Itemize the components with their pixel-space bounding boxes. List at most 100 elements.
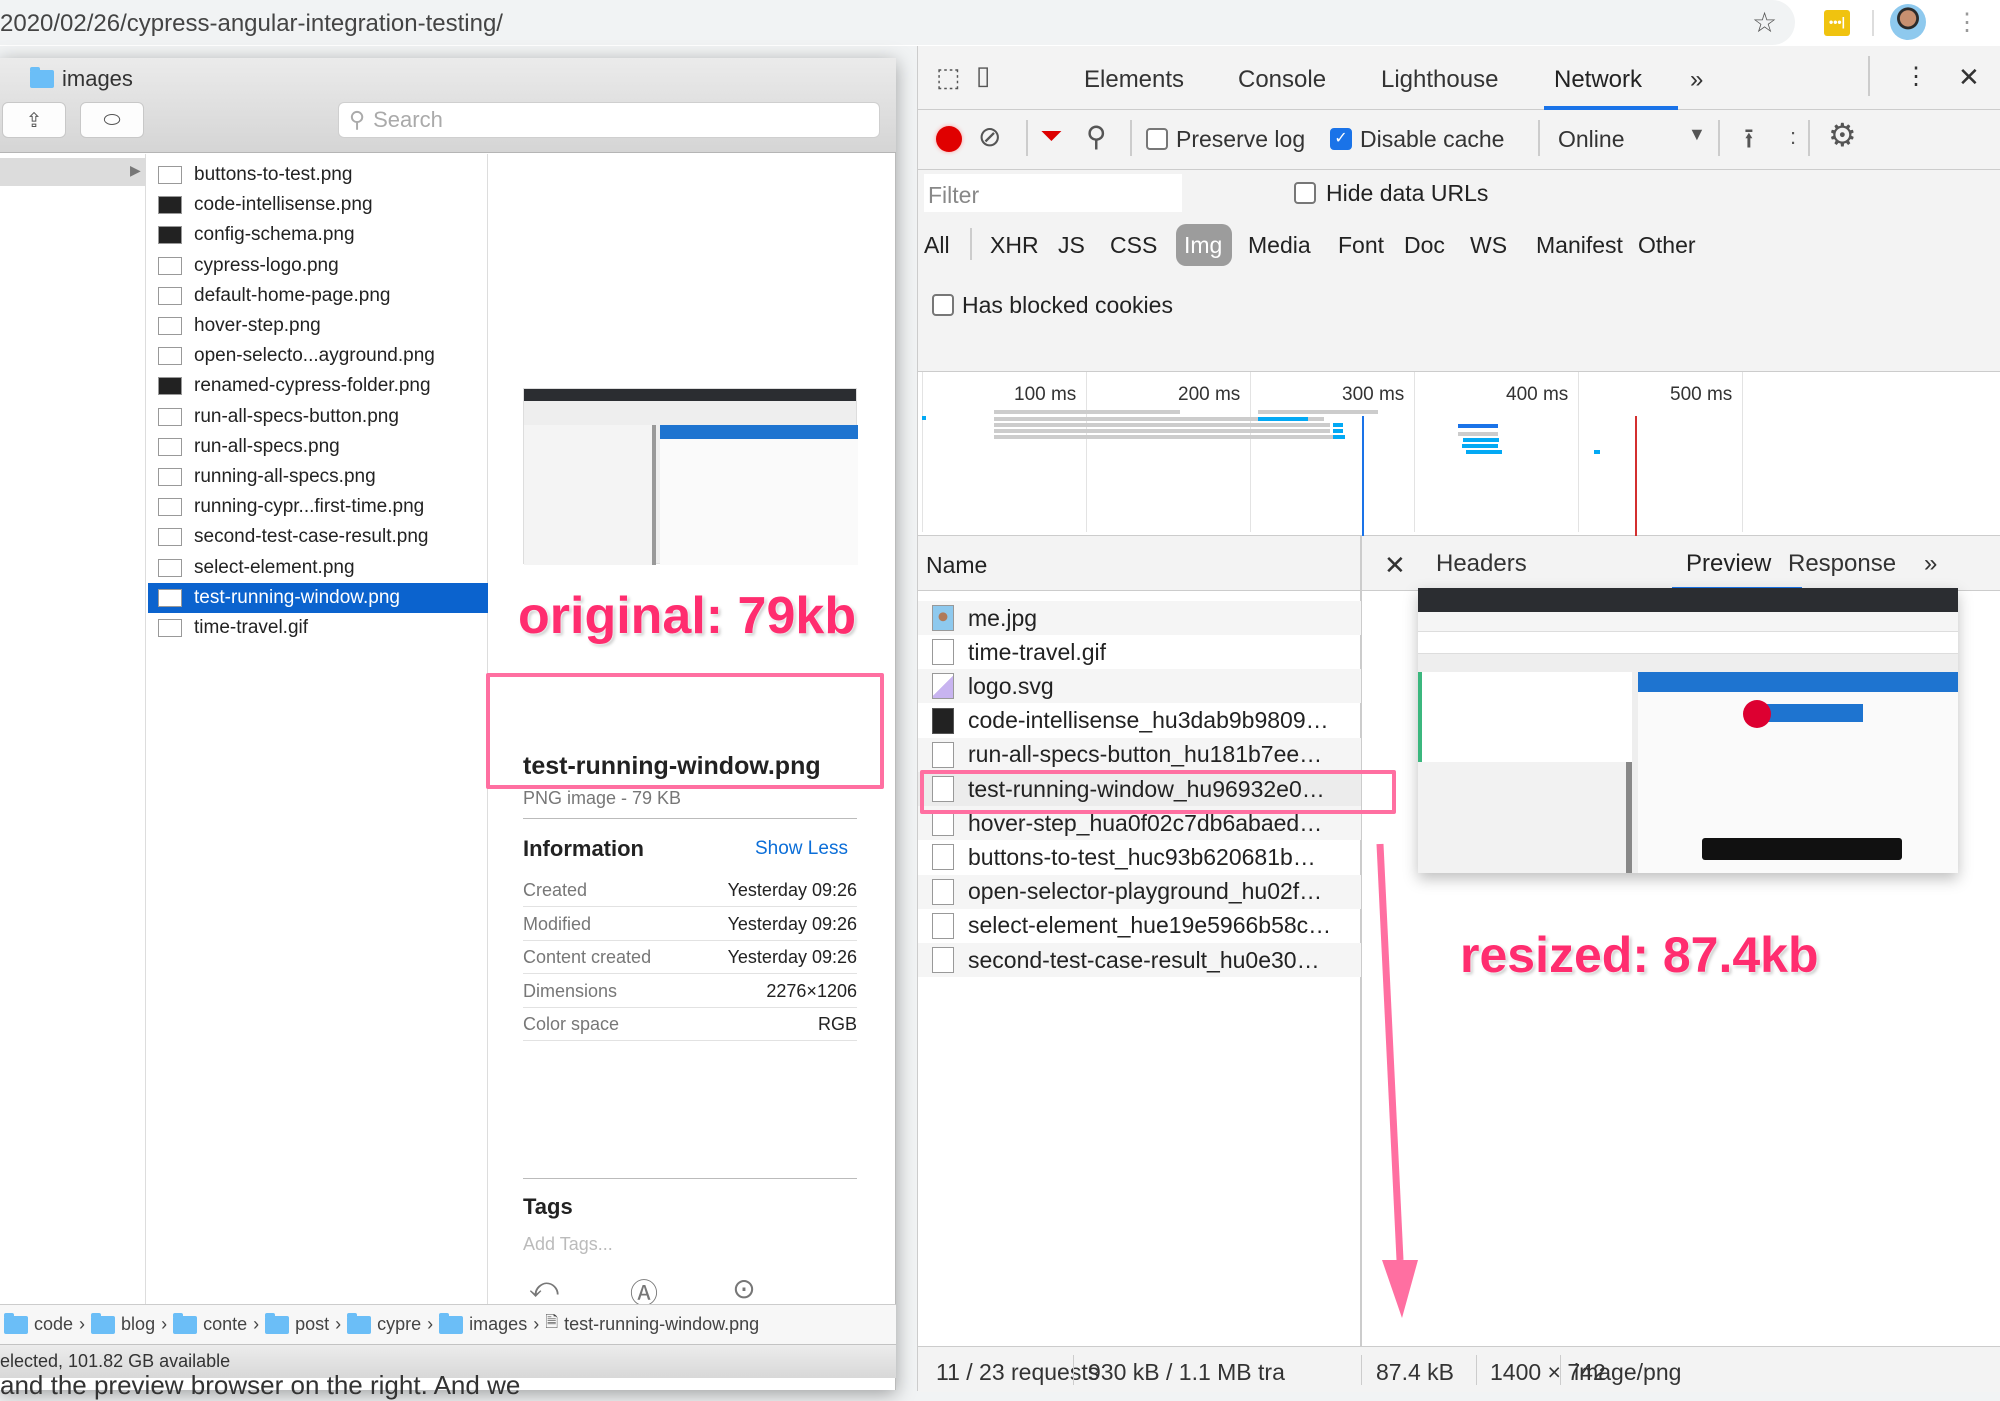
request-row[interactable]: select-element_hue19e5966b58c… bbox=[918, 909, 1361, 943]
request-thumbnail-icon bbox=[932, 810, 954, 837]
has-blocked-cookies-label: Has blocked cookies bbox=[962, 292, 1173, 318]
file-list-item[interactable]: buttons-to-test.png bbox=[148, 160, 488, 190]
request-thumbnail-icon bbox=[932, 878, 954, 905]
pane-divider[interactable] bbox=[1361, 536, 1362, 1392]
type-filter-font[interactable]: Font bbox=[1338, 232, 1384, 259]
request-row[interactable]: logo.svg bbox=[918, 669, 1361, 704]
detail-tabbar: ✕ Headers Preview Response » bbox=[1362, 536, 2000, 591]
url-text[interactable]: 2020/02/26/cypress-angular-integration-t… bbox=[0, 10, 503, 38]
type-filter-doc[interactable]: Doc bbox=[1404, 232, 1445, 259]
file-list-item[interactable]: config-schema.png bbox=[148, 220, 488, 250]
request-row[interactable]: code-intellisense_hu3dab9b9809… bbox=[918, 704, 1361, 738]
file-list-item[interactable]: running-all-specs.png bbox=[148, 462, 488, 492]
devtools-menu-icon[interactable]: ⋮ bbox=[1904, 62, 1928, 91]
import-har-icon[interactable]: ⭱ bbox=[1744, 118, 1754, 166]
request-row[interactable]: buttons-to-test_huc93b620681b… bbox=[918, 840, 1361, 874]
settings-gear-icon[interactable]: ⚙ bbox=[1828, 116, 1857, 154]
preserve-log-checkbox[interactable] bbox=[1146, 128, 1168, 150]
path-segment[interactable]: post bbox=[295, 1314, 329, 1335]
has-blocked-cookies-checkbox[interactable] bbox=[932, 294, 954, 316]
close-detail-icon[interactable]: ✕ bbox=[1384, 550, 1406, 581]
address-bar[interactable]: 2020/02/26/cypress-angular-integration-t… bbox=[0, 0, 1795, 45]
file-list-item[interactable]: code-intellisense.png bbox=[148, 190, 488, 220]
disclosure-triangle-icon[interactable]: ▶ bbox=[130, 162, 141, 179]
add-tags-input[interactable]: Add Tags... bbox=[523, 1234, 613, 1255]
file-list-item[interactable]: running-cypr...first-time.png bbox=[148, 492, 488, 522]
request-row[interactable]: open-selector-playground_hu02f… bbox=[918, 874, 1361, 909]
browser-menu-icon[interactable]: ⋮ bbox=[1955, 8, 1979, 37]
throttle-select[interactable]: Online bbox=[1558, 126, 1624, 153]
tab-lighthouse[interactable]: Lighthouse bbox=[1381, 66, 1498, 94]
tab-console[interactable]: Console bbox=[1238, 66, 1326, 94]
network-overview-timeline[interactable]: 100 ms 200 ms 300 ms 400 ms 500 ms bbox=[918, 372, 2000, 536]
tag-button[interactable]: ⬭ bbox=[80, 102, 144, 138]
export-har-icon[interactable]: : bbox=[1790, 124, 1796, 150]
share-button[interactable]: ⇪ bbox=[2, 102, 66, 138]
record-icon[interactable] bbox=[936, 126, 962, 152]
tab-headers[interactable]: Headers bbox=[1436, 550, 1527, 578]
file-list-item[interactable]: cypress-logo.png bbox=[148, 251, 488, 281]
type-filter-other[interactable]: Other bbox=[1638, 232, 1696, 259]
type-filter-img[interactable]: Img bbox=[1184, 232, 1222, 259]
file-list-item[interactable]: time-travel.gif bbox=[148, 613, 488, 643]
file-thumbnail-icon bbox=[158, 256, 182, 275]
file-list-item[interactable]: second-test-case-result.png bbox=[148, 522, 488, 552]
tab-network[interactable]: Network bbox=[1554, 66, 1642, 94]
inspect-element-icon[interactable]: ⬚ bbox=[936, 62, 961, 93]
request-thumbnail-icon bbox=[932, 947, 954, 973]
clear-icon[interactable]: ⊘ bbox=[978, 120, 1001, 153]
network-toolbar: ⊘ ⏷ ⚲ Preserve log ✓ Disable cache Onlin… bbox=[918, 110, 2000, 170]
divider bbox=[1361, 1355, 1362, 1385]
path-segment[interactable]: conte bbox=[203, 1314, 247, 1335]
more-tabs-icon[interactable]: » bbox=[1690, 66, 1703, 94]
chevron-down-icon[interactable]: ▼ bbox=[1688, 124, 1706, 145]
disable-cache-checkbox[interactable]: ✓ bbox=[1330, 128, 1352, 150]
file-list-item[interactable]: default-home-page.png bbox=[148, 281, 488, 311]
filter-icon[interactable]: ⏷ bbox=[1040, 120, 1062, 153]
device-toolbar-icon[interactable]: ▯ bbox=[976, 60, 990, 91]
file-list-item[interactable]: run-all-specs.png bbox=[148, 432, 488, 462]
tab-response[interactable]: Response bbox=[1788, 550, 1896, 578]
path-segment[interactable]: test-running-window.png bbox=[564, 1314, 759, 1335]
search-input[interactable]: ⚲ Search bbox=[338, 102, 880, 138]
file-list-item[interactable]: renamed-cypress-folder.png bbox=[148, 371, 488, 401]
close-devtools-icon[interactable]: ✕ bbox=[1958, 62, 1980, 93]
request-row[interactable]: me.jpg bbox=[918, 601, 1361, 635]
type-filter-media[interactable]: Media bbox=[1248, 232, 1311, 259]
type-filter-xhr[interactable]: XHR bbox=[990, 232, 1039, 259]
request-row[interactable]: second-test-case-result_hu0e30… bbox=[918, 943, 1361, 977]
filter-input[interactable]: Filter bbox=[924, 174, 1182, 212]
search-icon[interactable]: ⚲ bbox=[1086, 120, 1107, 153]
file-list-item[interactable]: open-selecto...ayground.png bbox=[148, 341, 488, 371]
file-list-item[interactable]: test-running-window.png bbox=[148, 582, 488, 613]
request-row[interactable]: run-all-specs-button_hu181b7ee… bbox=[918, 737, 1361, 772]
hide-data-urls-checkbox[interactable] bbox=[1294, 182, 1316, 204]
profile-avatar[interactable] bbox=[1890, 4, 1926, 40]
extension-icon[interactable]: •••| bbox=[1824, 10, 1850, 36]
parent-folder-row[interactable] bbox=[0, 158, 146, 186]
type-filter-all[interactable]: All bbox=[924, 232, 950, 259]
show-less-link[interactable]: Show Less bbox=[755, 838, 848, 860]
type-filter-css[interactable]: CSS bbox=[1110, 232, 1157, 259]
type-filter-manifest[interactable]: Manifest bbox=[1536, 232, 1623, 259]
request-row[interactable]: time-travel.gif bbox=[918, 635, 1361, 669]
file-list-item[interactable]: hover-step.png bbox=[148, 311, 488, 341]
path-segment[interactable]: code bbox=[34, 1314, 73, 1335]
annotation-resized: resized: 87.4kb bbox=[1460, 927, 1819, 983]
file-list-item[interactable]: select-element.png bbox=[148, 553, 488, 583]
more-detail-tabs-icon[interactable]: » bbox=[1924, 550, 1937, 578]
divider bbox=[1560, 1355, 1561, 1385]
bookmark-star-icon[interactable]: ☆ bbox=[1752, 6, 1777, 39]
path-segment[interactable]: cypre bbox=[377, 1314, 421, 1335]
path-segment[interactable]: blog bbox=[121, 1314, 155, 1335]
tab-elements[interactable]: Elements bbox=[1084, 66, 1184, 94]
file-name: hover-step.png bbox=[194, 315, 321, 336]
type-filter-js[interactable]: JS bbox=[1058, 232, 1085, 259]
path-segment[interactable]: images bbox=[469, 1314, 527, 1335]
name-column-header[interactable]: Name bbox=[918, 536, 1361, 591]
tab-preview[interactable]: Preview bbox=[1686, 550, 1771, 578]
type-filter-ws[interactable]: WS bbox=[1470, 232, 1507, 259]
timeline-tick-label: 500 ms bbox=[1670, 384, 1733, 405]
folder-icon bbox=[4, 1312, 28, 1334]
file-list-item[interactable]: run-all-specs-button.png bbox=[148, 402, 488, 432]
